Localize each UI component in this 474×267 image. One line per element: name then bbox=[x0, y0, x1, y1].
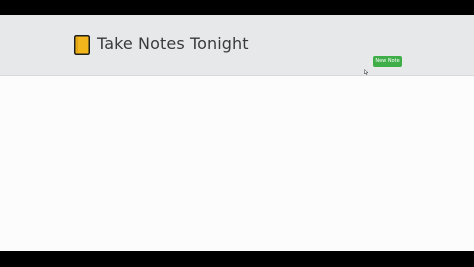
app-title: Take Notes Tonight bbox=[97, 34, 249, 53]
letterbox-top bbox=[0, 0, 474, 15]
new-note-button[interactable]: New Note bbox=[373, 56, 402, 67]
letterbox-bottom bbox=[0, 251, 474, 267]
notes-area bbox=[0, 76, 474, 251]
notebook-icon bbox=[74, 35, 90, 55]
app-header: Take Notes Tonight New Note bbox=[0, 15, 474, 76]
app-window: Take Notes Tonight New Note bbox=[0, 15, 474, 251]
mouse-cursor-icon bbox=[364, 69, 369, 75]
